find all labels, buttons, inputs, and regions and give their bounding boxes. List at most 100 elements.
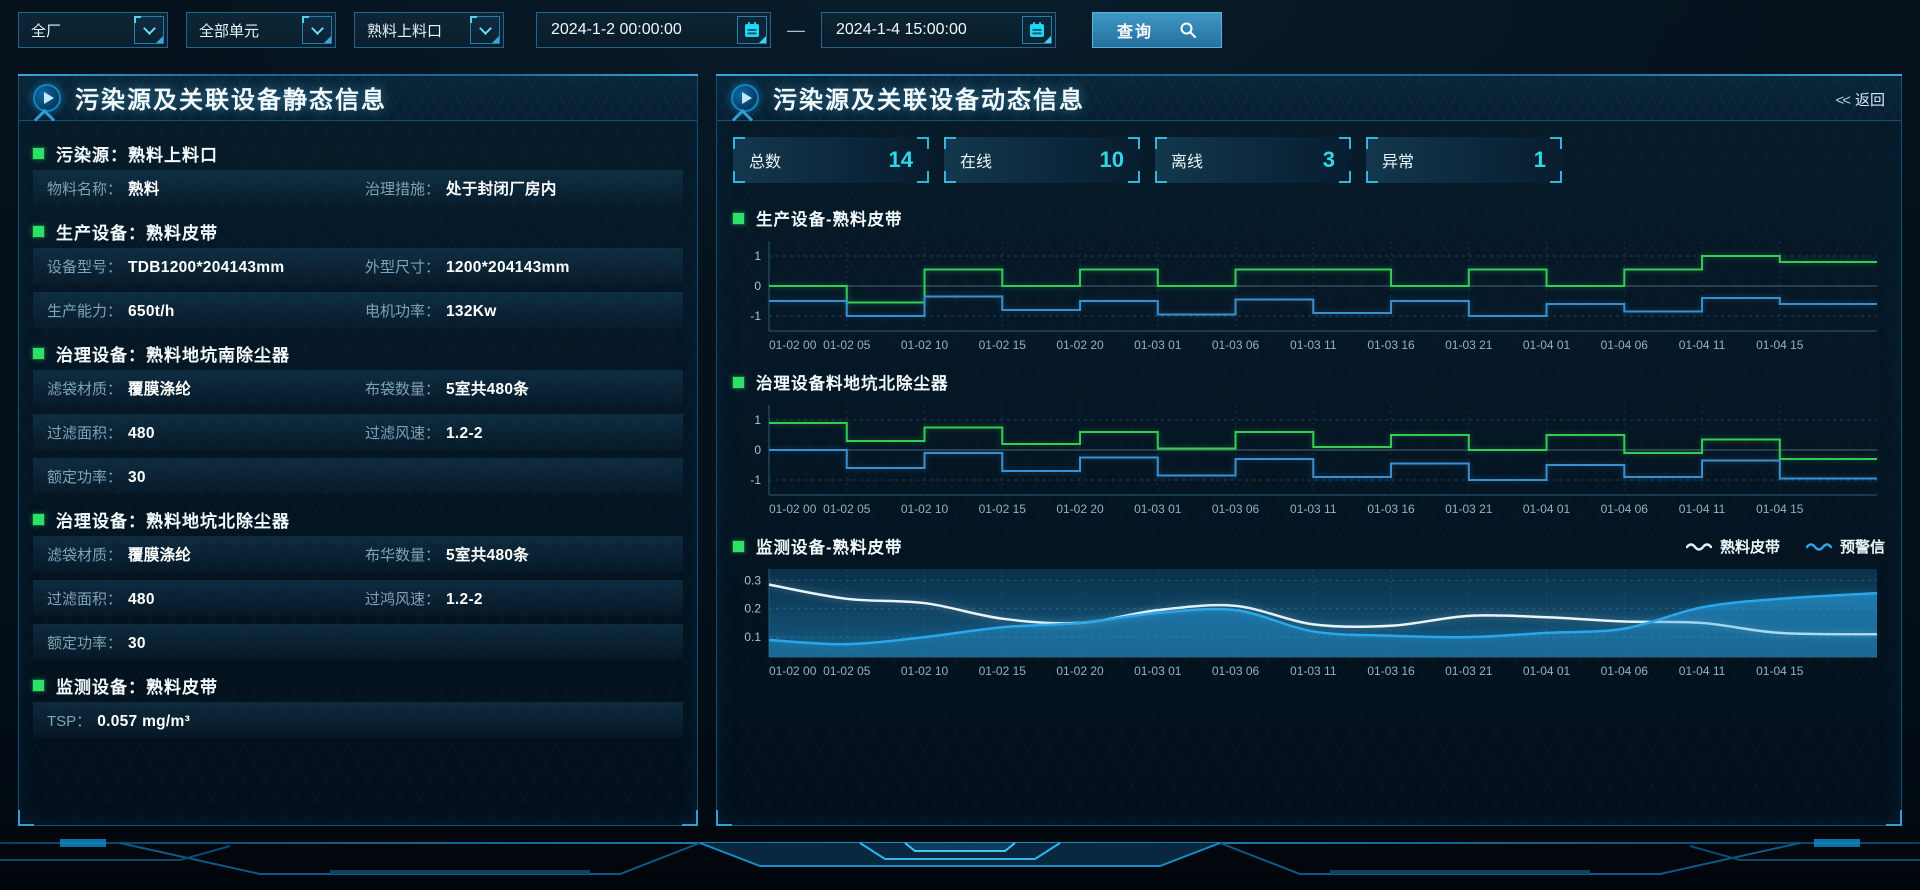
svg-text:1: 1 [754, 413, 761, 427]
static-info-panel: 污染源及关联设备静态信息 污染源：熟料上料口物料名称：熟料治理措施：处于封闭厂房… [18, 74, 698, 826]
source-select[interactable]: 熟料上料口 [354, 12, 504, 48]
info-cell: 滤袋材质：覆膜涤纶 [47, 377, 365, 399]
info-cell: 治理措施：处于封闭厂房内 [365, 177, 683, 199]
info-row: 过滤面积：480过鸿风速：1.2-2 [33, 580, 683, 616]
info-cell: 电机功率：132Kw [365, 300, 683, 321]
legend-label: 熟料皮带 [1720, 536, 1780, 557]
start-datetime-input[interactable]: 2024-1-2 00:00:00 [536, 12, 771, 48]
svg-text:01-03 06: 01-03 06 [1212, 338, 1260, 352]
play-badge-icon [731, 84, 759, 112]
svg-text:01-04 01: 01-04 01 [1523, 502, 1571, 516]
end-datetime-input[interactable]: 2024-1-4 15:00:00 [821, 12, 1056, 48]
stat-card-总数: 总数 14 [733, 137, 929, 183]
treatment-device-chart: 10-101-02 0001-02 0501-02 1001-02 1501-0… [733, 399, 1883, 521]
svg-text:01-04 15: 01-04 15 [1756, 502, 1804, 516]
info-cell: 额定功率：30 [47, 466, 683, 487]
search-icon [1179, 21, 1197, 39]
info-cell: TSP： 0.057 mg/m³ [47, 710, 683, 731]
svg-text:01-02 20: 01-02 20 [1056, 664, 1104, 678]
section-heading-label: 治理设备：熟料地坑北除尘器 [56, 507, 290, 532]
section-heading-label: 生产设备：熟料皮带 [56, 219, 218, 244]
stat-label: 总数 [749, 148, 781, 172]
svg-text:01-03 06: 01-03 06 [1212, 502, 1260, 516]
info-cell: 物料名称：熟料 [47, 177, 365, 199]
field-value: 覆膜涤纶 [128, 543, 191, 565]
chart-treatment-device: 治理设备料地坑北除尘器 10-101-02 0001-02 0501-02 10… [733, 367, 1885, 521]
plant-select[interactable]: 全厂 [18, 12, 168, 48]
dynamic-panel-header: 污染源及关联设备动态信息 <<返回 [717, 75, 1901, 121]
info-row: 过滤面积：480过滤风速：1.2-2 [33, 414, 683, 450]
svg-text:01-04 06: 01-04 06 [1601, 502, 1649, 516]
svg-text:01-04 06: 01-04 06 [1601, 664, 1649, 678]
bottom-decoration [0, 826, 1920, 890]
field-label: 外型尺寸： [365, 256, 440, 277]
svg-text:01-03 16: 01-03 16 [1367, 502, 1415, 516]
source-select-value: 熟料上料口 [367, 20, 442, 41]
field-label: 额定功率： [47, 466, 122, 487]
info-row: 额定功率：30 [33, 458, 683, 494]
info-cell: 设备型号：TDB1200*204143mm [47, 256, 365, 277]
stat-card-在线: 在线10 [944, 137, 1140, 183]
green-square-icon [733, 213, 744, 224]
dynamic-panel-title: 污染源及关联设备动态信息 [773, 80, 1085, 115]
calendar-icon[interactable] [737, 16, 767, 44]
field-label: TSP： [47, 710, 91, 731]
svg-text:0.3: 0.3 [744, 573, 761, 587]
svg-text:01-03 21: 01-03 21 [1445, 338, 1493, 352]
dashboard-root: { "topbar": { "selects": [ { "value": "全… [0, 0, 1920, 890]
info-cell: 过鸿风速：1.2-2 [365, 588, 683, 609]
chevron-down-icon[interactable] [302, 16, 332, 44]
svg-text:0: 0 [754, 279, 761, 293]
wavy-line-icon [1806, 540, 1832, 552]
svg-text:01-02 10: 01-02 10 [901, 502, 949, 516]
unit-select[interactable]: 全部单元 [186, 12, 336, 48]
info-cell: 过滤风速：1.2-2 [365, 422, 683, 443]
field-value: 1.2-2 [446, 591, 483, 609]
field-value: 5室共480条 [446, 377, 529, 399]
field-value: 0.057 mg/m³ [97, 713, 190, 731]
back-link[interactable]: <<返回 [1835, 89, 1885, 110]
field-label: 电机功率： [365, 300, 440, 321]
chart-production-device: 生产设备-熟料皮带 10-101-02 0001-02 0501-02 1001… [733, 203, 1885, 357]
stat-card-异常: 异常1 [1366, 137, 1562, 183]
stat-value: 3 [1323, 147, 1335, 173]
section-heading: 生产设备：熟料皮带 [33, 214, 683, 248]
field-value: 1.2-2 [446, 425, 483, 443]
query-button[interactable]: 查询 [1092, 12, 1222, 48]
green-square-icon [733, 541, 744, 552]
info-cell: 过滤面积：480 [47, 422, 365, 443]
svg-text:01-03 21: 01-03 21 [1445, 664, 1493, 678]
svg-text:01-03 11: 01-03 11 [1290, 502, 1337, 516]
svg-text:01-02 00: 01-02 00 [769, 664, 817, 678]
green-square-icon [33, 348, 44, 359]
chevron-down-icon[interactable] [134, 16, 164, 44]
svg-text:0: 0 [754, 443, 761, 457]
svg-text:01-03 16: 01-03 16 [1367, 338, 1415, 352]
section-heading: 治理设备：熟料地坑北除尘器 [33, 502, 683, 536]
unit-select-value: 全部单元 [199, 20, 259, 41]
field-value: 处于封闭厂房内 [446, 177, 557, 199]
svg-text:-1: -1 [750, 473, 761, 487]
main-content: 污染源及关联设备静态信息 污染源：熟料上料口物料名称：熟料治理措施：处于封闭厂房… [18, 74, 1902, 826]
calendar-icon[interactable] [1022, 16, 1052, 44]
chevron-down-icon[interactable] [470, 16, 500, 44]
green-square-icon [733, 377, 744, 388]
svg-text:01-02 05: 01-02 05 [823, 338, 871, 352]
dynamic-info-panel: 污染源及关联设备动态信息 <<返回 总数14在线10离线3异常1 生产设备-熟料… [716, 74, 1902, 826]
legend-item-warning[interactable]: 预警信 [1806, 536, 1885, 557]
monitor-device-chart: 0.30.20.101-02 0001-02 0501-02 1001-02 1… [733, 563, 1883, 683]
stat-value: 14 [889, 147, 913, 173]
play-badge-icon [33, 84, 61, 112]
start-datetime-value: 2024-1-2 00:00:00 [551, 21, 682, 39]
legend-label: 预警信 [1840, 536, 1885, 557]
section-heading-label: 污染源：熟料上料口 [56, 141, 218, 166]
date-range-separator: — [787, 20, 805, 41]
legend-item-material-belt[interactable]: 熟料皮带 [1686, 536, 1780, 557]
stat-label: 异常 [1382, 148, 1414, 172]
info-row: 额定功率：30 [33, 624, 683, 660]
svg-text:01-02 15: 01-02 15 [979, 502, 1027, 516]
chart-monitor-device: 监测设备-熟料皮带 熟料皮带 预警信 [733, 531, 1885, 683]
section-heading: 监测设备：熟料皮带 [33, 668, 683, 702]
info-cell: 过滤面积：480 [47, 588, 365, 609]
svg-text:01-02 15: 01-02 15 [979, 664, 1027, 678]
